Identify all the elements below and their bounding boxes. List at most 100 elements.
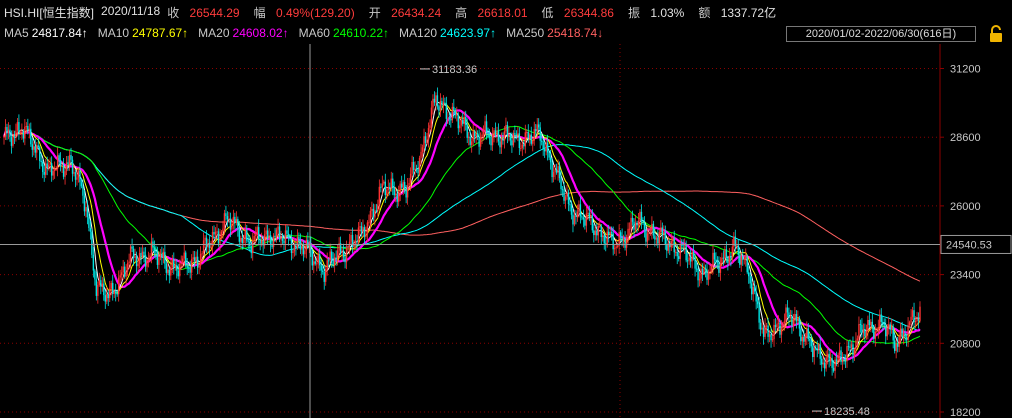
candle-body [916,318,918,322]
candle-body [567,192,570,205]
candle-body [482,131,485,135]
candle-body [3,136,5,138]
candle-body [106,293,108,302]
candle-body [445,103,448,119]
candle-body [509,134,512,141]
candle-body [362,227,364,232]
candle-body [490,136,492,146]
candle-body [813,348,815,358]
candle-body [131,246,133,249]
candle-body [794,314,796,320]
candle-body [706,269,708,280]
candle-body [505,124,507,132]
candle-body [669,243,671,248]
candle-body [208,243,211,248]
candle-body [554,169,556,173]
candle-body [92,254,95,271]
candle-body [129,246,132,262]
candle-body [266,230,269,239]
candle-body [526,132,528,134]
candle-body [815,348,817,350]
candle-body [116,293,118,295]
candle-body [442,102,445,106]
candle-body [357,227,360,243]
candle-body [335,257,337,261]
candle-body [213,232,215,235]
candle-body [383,181,385,184]
candle-body [570,205,573,215]
candle-body [628,228,631,230]
candle-body [596,230,598,236]
candle-body [46,163,48,168]
candle-body [424,136,427,143]
candle-body [742,256,744,260]
candle-body [190,259,193,273]
candle-body [709,271,711,273]
date-range-selector[interactable]: 2020/01/02-2022/06/30(616日) [786,26,976,42]
candle-body [134,256,136,258]
candle-body [660,227,662,233]
candle-body [543,149,546,152]
candle-body [222,228,224,232]
candle-body [287,233,290,238]
candle-body [676,251,678,257]
candle-body [853,349,856,356]
candle-body [280,238,282,240]
candle-body [140,252,142,257]
candle-body [85,207,87,212]
candle-body [240,237,242,242]
candle-body [476,133,479,137]
candle-body [759,322,762,330]
ma120-label: MA120 [399,26,438,40]
candlestick-chart[interactable]: 31200 28600 26000 23400 20800 18200 24540.53 3… [0,44,1012,418]
candle-body [473,131,476,137]
candle-body [806,328,808,337]
candle-body [317,254,319,264]
candle-body [311,250,314,266]
candle-body [88,217,90,228]
candle-body [523,144,525,147]
change-value: 0.49%(129.20) [275,6,355,20]
candle-body [374,210,376,218]
candle-body [609,232,611,235]
candle-body [724,249,726,259]
candle-body [791,316,793,327]
ma60-value: 24610.22↑ [332,26,390,40]
candle-body [834,359,836,371]
candle-body [852,344,854,356]
candle-body [27,125,29,131]
candle-body [257,227,260,240]
high-value: 26618.01 [477,6,528,20]
candle-body [415,168,418,170]
candle-body [34,146,36,153]
candle-body [417,168,419,174]
candle-body [530,134,532,144]
symbol-label: HSI.HI[恒生指数] [4,6,95,20]
candle-body [378,186,381,205]
candle-body [861,324,863,334]
candle-body [360,226,363,232]
ma250-label: MA250 [506,26,545,40]
candle-body [156,252,159,265]
candle-body [37,145,39,148]
candle-body [24,126,26,139]
candle-body [491,135,494,146]
candle-body [520,148,522,150]
y-tick-label: 31200 [950,63,981,75]
candle-body [692,251,695,258]
candle-body [511,140,513,146]
high-caption: 高 [455,6,468,20]
candle-body [631,217,634,222]
candle-body [737,245,739,256]
candle-body [25,125,28,127]
candle-body [655,237,658,240]
candle-body [615,246,617,249]
candle-body [10,137,13,146]
candle-body [798,318,801,329]
candle-body [858,324,860,339]
candle-body [68,155,71,165]
candle-body [730,255,732,259]
candle-body [646,233,649,242]
lock-icon[interactable] [986,25,1006,43]
candle-body [488,136,491,138]
